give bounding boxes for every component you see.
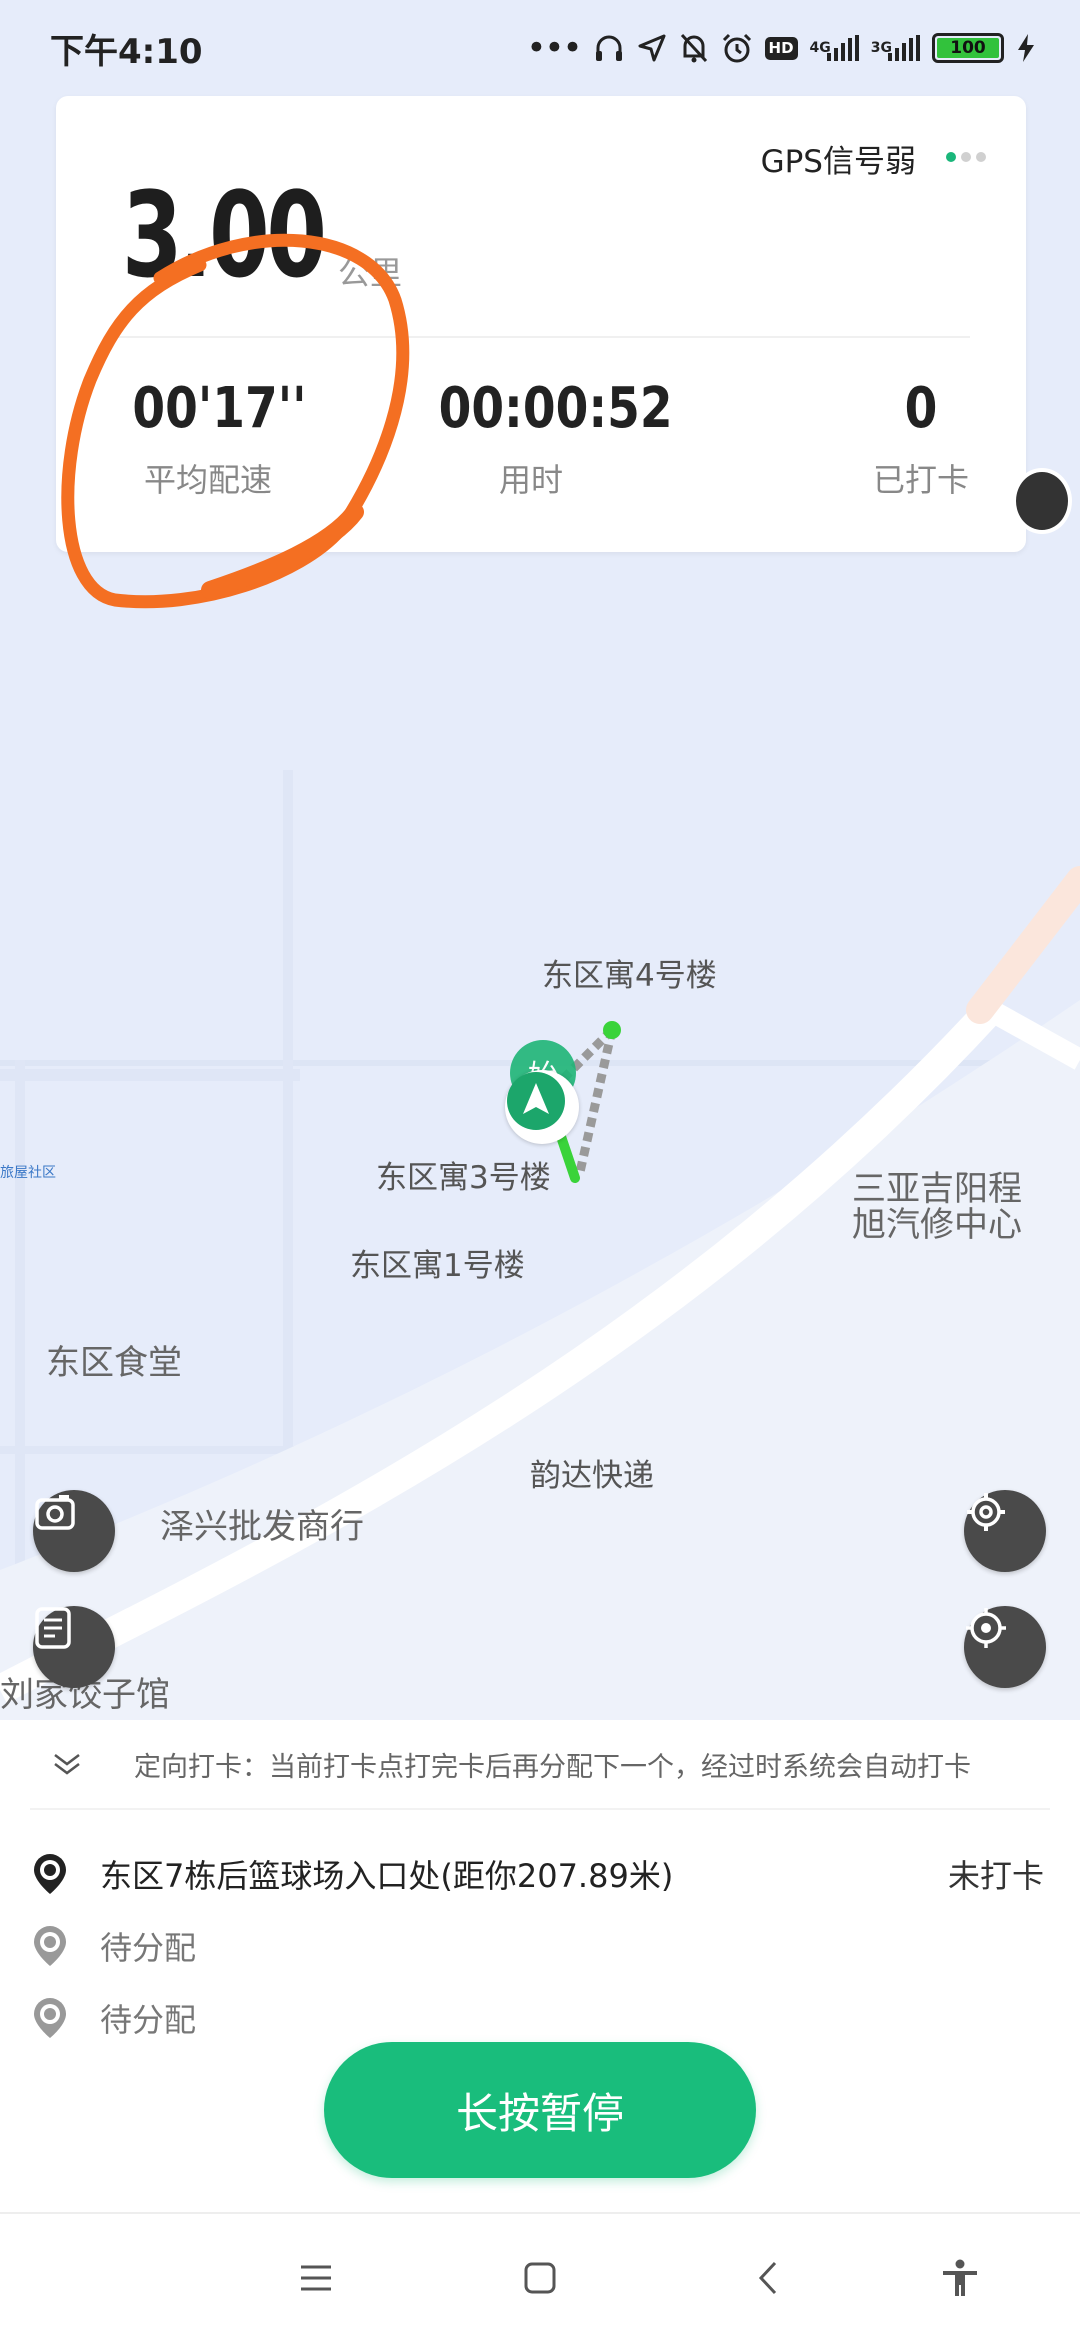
map-label-building4: 东区寓4号楼 <box>542 958 717 994</box>
stat-checked-in: 0 已打卡 <box>846 376 996 501</box>
hd-icon: HD <box>764 36 798 60</box>
map-pin-active-icon <box>30 1852 70 1896</box>
locate-button[interactable] <box>964 1606 1046 1688</box>
nav-accessibility-button[interactable] <box>930 2248 990 2308</box>
battery-icon: 100 <box>932 33 1004 63</box>
pace-value: 00'17'' <box>132 376 307 441</box>
map-label-repair-2: 旭汽修中心 <box>852 1205 1022 1245</box>
map-label-express: 韵达快递 <box>530 1458 654 1494</box>
camera-button[interactable] <box>33 1490 115 1572</box>
checkpoint-name: 待分配 <box>100 2001 197 2039</box>
run-stats-card: GPS信号弱 3.00 公里 00'17'' 平均配速 00:00:52 用时 … <box>56 96 1026 552</box>
gps-status: GPS信号弱 <box>760 144 916 180</box>
map-label-community: 旅屋社区 <box>0 1165 56 1181</box>
nav-menu-button[interactable] <box>286 2248 346 2308</box>
map-pin-pending-icon <box>30 1996 70 2040</box>
notice-text: 定向打卡：当前打卡点打完卡后再分配下一个，经过时系统会自动打卡 <box>134 1751 971 1783</box>
map-pin-pending-icon <box>30 1924 70 1968</box>
accessibility-icon <box>943 2259 977 2296</box>
status-icons: ••• HD 4G 3G 100 <box>526 31 1036 65</box>
map-label-wholesale: 泽兴批发商行 <box>160 1507 364 1547</box>
checkpoint-status: 未打卡 <box>947 1857 1044 1895</box>
side-toggle-button[interactable] <box>1012 468 1072 534</box>
location-arrow-icon <box>637 33 667 63</box>
gear-icon <box>967 1493 1005 1531</box>
distance-unit: 公里 <box>338 254 403 292</box>
stat-elapsed-time: 00:00:52 用时 <box>421 376 673 501</box>
home-square-icon <box>524 2262 556 2294</box>
settings-button[interactable] <box>964 1490 1046 1572</box>
collapse-button[interactable] <box>32 1752 102 1776</box>
more-dots-icon: ••• <box>526 28 582 68</box>
menu-icon <box>301 2265 331 2291</box>
notes-button[interactable] <box>33 1606 115 1688</box>
map-label-repair-1: 三亚吉阳程 <box>852 1169 1022 1209</box>
crosshair-icon <box>966 1608 1006 1648</box>
time-value: 00:00:52 <box>438 376 673 441</box>
status-bar: 下午4:10 ••• HD 4G 3G 100 <box>0 0 1080 96</box>
divider <box>30 1808 1050 1810</box>
distance-value: 3.00 <box>122 166 327 304</box>
gps-signal-dots <box>946 152 986 162</box>
stat-average-pace: 00'17'' 平均配速 <box>118 376 307 501</box>
checkpoint-item[interactable]: 待分配 <box>30 1910 1050 1982</box>
document-icon <box>35 1607 71 1649</box>
map-label-building3: 东区寓3号楼 <box>376 1160 551 1196</box>
back-chevron-icon <box>758 2261 777 2295</box>
current-location-arrow-icon <box>505 1070 579 1144</box>
pace-label: 平均配速 <box>143 461 272 499</box>
nav-home-button[interactable] <box>510 2248 570 2308</box>
map-label-canteen: 东区食堂 <box>46 1343 182 1383</box>
headphones-icon <box>593 32 625 64</box>
checkpoint-name: 待分配 <box>100 1929 197 1967</box>
alarm-icon <box>721 32 753 64</box>
map-label-building1: 东区寓1号楼 <box>350 1248 525 1284</box>
checkpoint-name: 东区7栋后篮球场入口处(距你207.89米) <box>100 1857 674 1895</box>
chevron-down-icon <box>54 1754 80 1775</box>
status-time: 下午4:10 <box>50 31 203 72</box>
bell-off-icon <box>679 32 709 64</box>
divider <box>116 336 970 338</box>
checkin-label: 已打卡 <box>872 461 969 499</box>
signal-icon: 3G <box>871 35 920 61</box>
checkpoint-panel: 定向打卡：当前打卡点打完卡后再分配下一个，经过时系统会自动打卡 东区7栋后篮球场… <box>0 1720 1080 2212</box>
checkpoint-item[interactable]: 东区7栋后篮球场入口处(距你207.89米) 未打卡 <box>30 1838 1050 1910</box>
system-nav-bar <box>0 2212 1080 2340</box>
time-label: 用时 <box>498 461 563 499</box>
signal-icon: 4G <box>810 35 859 61</box>
checkin-value: 0 <box>904 376 938 441</box>
camera-icon <box>35 1495 75 1530</box>
long-press-pause-button[interactable]: 长按暂停 <box>324 2042 756 2178</box>
notice-row: 定向打卡：当前打卡点打完卡后再分配下一个，经过时系统会自动打卡 <box>0 1720 1080 1808</box>
nav-back-button[interactable] <box>738 2248 798 2308</box>
charging-icon <box>1016 33 1036 63</box>
